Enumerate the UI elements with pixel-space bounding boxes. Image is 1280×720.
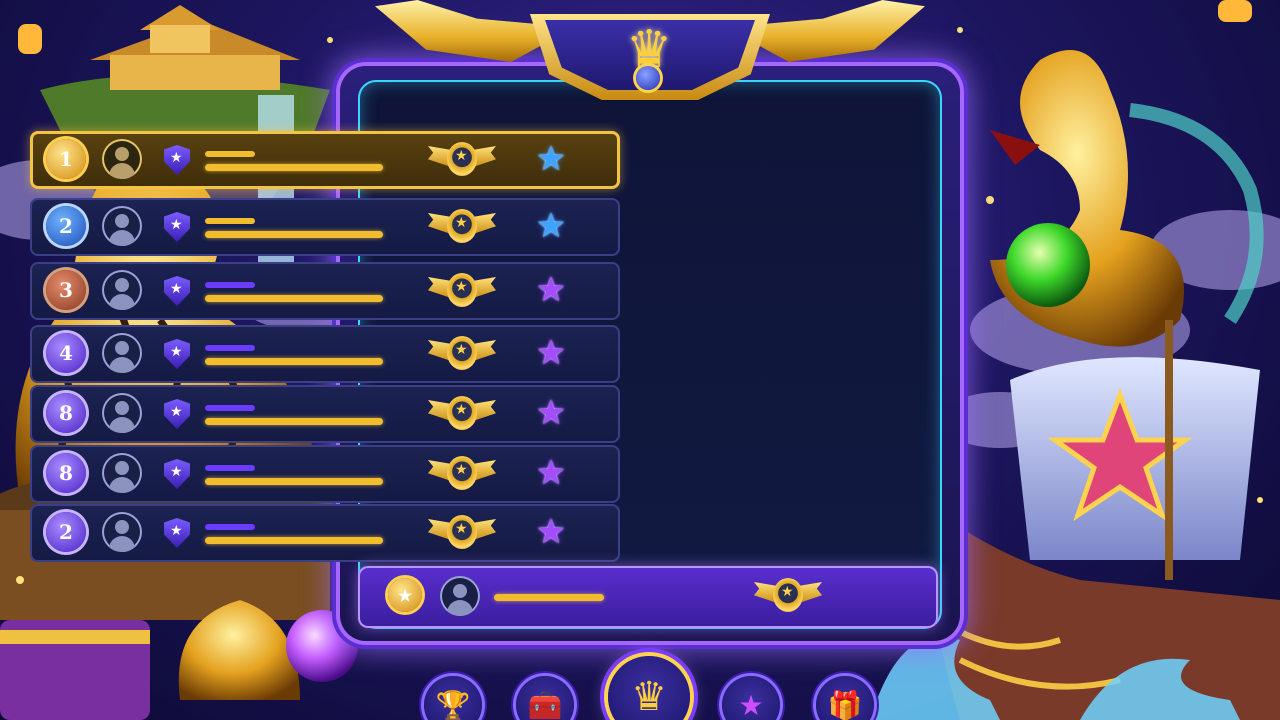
trophy-icon: 🏆 xyxy=(435,688,471,720)
game-scene: ♛ 1★2★3★4★8★8★2★ ★ 🏆🧰♛★🎁 xyxy=(0,0,1280,720)
player-name-placeholder xyxy=(205,358,383,365)
shield-icon xyxy=(164,518,190,548)
shield-icon xyxy=(164,459,190,489)
star-badge-icon: ★ xyxy=(535,270,567,310)
star-badge-icon: ★ xyxy=(535,512,567,552)
rank-medal-icon: 4 xyxy=(46,333,86,373)
nav-button-trophy[interactable]: 🏆 xyxy=(424,676,482,720)
leaderboard-row[interactable]: 8 ★ xyxy=(30,445,620,503)
star-badge-icon: ★ xyxy=(535,333,567,373)
star-icon: ★ xyxy=(738,688,764,720)
avatar xyxy=(102,270,142,310)
winged-emblem-icon xyxy=(428,513,496,553)
winged-emblem-icon xyxy=(428,334,496,374)
avatar xyxy=(102,393,142,433)
shield-icon xyxy=(164,399,190,429)
rank-medal-icon: 2 xyxy=(46,512,86,552)
winged-emblem-icon xyxy=(754,576,822,616)
golden-dragon xyxy=(990,50,1264,347)
nav-button-treasure-chest[interactable]: 🧰 xyxy=(516,676,574,720)
avatar xyxy=(102,453,142,493)
winged-emblem-icon xyxy=(428,394,496,434)
player-tag-placeholder xyxy=(205,345,255,351)
star-badge-icon: ★ xyxy=(535,206,567,246)
winged-emblem-icon xyxy=(428,271,496,311)
shield-icon xyxy=(164,212,190,242)
player-name-placeholder xyxy=(205,537,383,544)
winged-emblem-icon xyxy=(428,140,496,180)
player-name-placeholder xyxy=(205,418,383,425)
player-name-placeholder xyxy=(494,594,604,601)
player-name-placeholder xyxy=(205,295,383,302)
leaderboard-row[interactable]: 3 ★ xyxy=(30,262,620,320)
leaderboard-row[interactable]: 2 ★ xyxy=(30,198,620,256)
avatar xyxy=(102,206,142,246)
leaderboard-row[interactable]: 1 ★ xyxy=(30,131,620,189)
player-tag-placeholder xyxy=(205,151,255,157)
player-name-placeholder xyxy=(205,478,383,485)
leaderboard-row[interactable]: 2 ★ xyxy=(30,504,620,562)
shield-icon xyxy=(164,339,190,369)
avatar xyxy=(102,333,142,373)
rank-medal-icon: ★ xyxy=(388,578,422,612)
star-badge-icon: ★ xyxy=(535,453,567,493)
player-tag-placeholder xyxy=(205,524,255,530)
player-rank-row[interactable]: ★ xyxy=(358,566,938,628)
player-name-placeholder xyxy=(205,164,383,171)
player-tag-placeholder xyxy=(205,282,255,288)
rank-medal-icon: 8 xyxy=(46,393,86,433)
leaderboard-row[interactable]: 8 ★ xyxy=(30,385,620,443)
leaderboard-row[interactable]: 4 ★ xyxy=(30,325,620,383)
treasure-chest-icon: 🧰 xyxy=(527,688,563,720)
shield-icon xyxy=(164,276,190,306)
avatar xyxy=(440,576,480,616)
star-badge-icon: ★ xyxy=(535,139,567,179)
player-tag-placeholder xyxy=(205,465,255,471)
right-wing xyxy=(755,0,925,62)
avatar xyxy=(102,512,142,552)
left-wing xyxy=(375,0,545,62)
sapphire-gem-icon xyxy=(636,66,660,90)
crown-icon: ♛ xyxy=(631,674,667,720)
player-name-placeholder xyxy=(205,231,383,238)
player-tag-placeholder xyxy=(205,218,255,224)
rank-medal-icon: 3 xyxy=(46,270,86,310)
rank-medal-icon: 8 xyxy=(46,453,86,493)
nav-button-star[interactable]: ★ xyxy=(722,676,780,720)
avatar xyxy=(102,139,142,179)
rank-medal-icon: 1 xyxy=(46,139,86,179)
rank-medal-icon: 2 xyxy=(46,206,86,246)
bottom-nav: 🏆 🧰 ♛ ★ 🎁 xyxy=(0,650,1280,720)
gift-icon: 🎁 xyxy=(827,688,863,720)
winged-emblem-icon xyxy=(428,454,496,494)
winged-emblem-icon xyxy=(428,207,496,247)
player-tag-placeholder xyxy=(205,405,255,411)
shield-icon xyxy=(164,145,190,175)
nav-button-crown[interactable]: ♛ xyxy=(608,656,690,720)
nav-button-gift[interactable]: 🎁 xyxy=(816,676,874,720)
star-badge-icon: ★ xyxy=(535,393,567,433)
